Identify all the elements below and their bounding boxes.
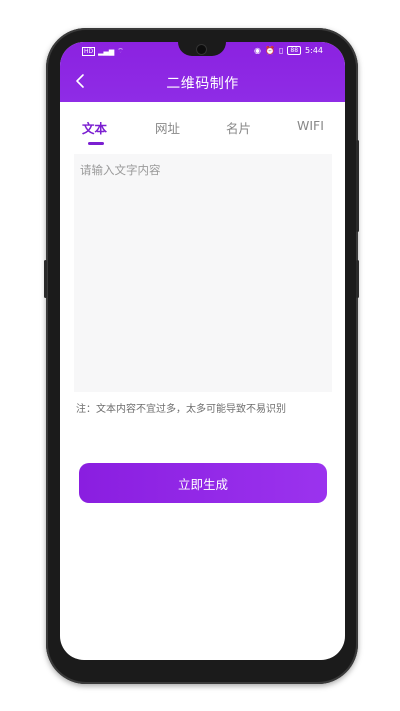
page-title: 二维码制作 [166,76,239,92]
signal-icon: ▂▄▆ [98,47,115,56]
tab-text[interactable]: 文本 [82,118,107,137]
wifi-icon: ⌔ [117,47,124,55]
battery-icon: 88 [287,46,302,55]
text-content-input[interactable] [74,154,332,392]
vibrate-icon: ▯ [278,46,284,55]
phone-left-button [44,260,47,298]
status-bar-right: ◉ ⏰ ▯ 88 5:44 [254,46,323,55]
clock-time: 5:44 [305,46,323,55]
active-tab-indicator [88,142,104,145]
hd-badge: HD [82,47,96,56]
app-header: HD ▂▄▆ ⌔ ◉ ⏰ ▯ 88 5:44 二维码制作 [60,42,345,102]
tab-wifi[interactable]: WIFI [297,118,324,133]
app-screen: HD ▂▄▆ ⌔ ◉ ⏰ ▯ 88 5:44 二维码制作 文本 网址 名片 WI… [60,42,345,660]
tab-bar: 文本 网址 名片 WIFI [60,102,345,146]
alarm-icon: ⏰ [265,46,275,55]
tab-url[interactable]: 网址 [155,118,180,137]
phone-right-button-top [356,140,359,232]
status-bar-left: HD ▂▄▆ ⌔ [82,47,124,56]
phone-right-button-bottom [356,260,359,298]
generate-button[interactable]: 立即生成 [79,463,327,503]
camera-icon [197,45,206,54]
tab-business-card[interactable]: 名片 [226,118,251,137]
input-hint-note: 注：文本内容不宜过多，太多可能导致不易识别 [76,404,286,415]
eye-icon: ◉ [254,46,262,55]
